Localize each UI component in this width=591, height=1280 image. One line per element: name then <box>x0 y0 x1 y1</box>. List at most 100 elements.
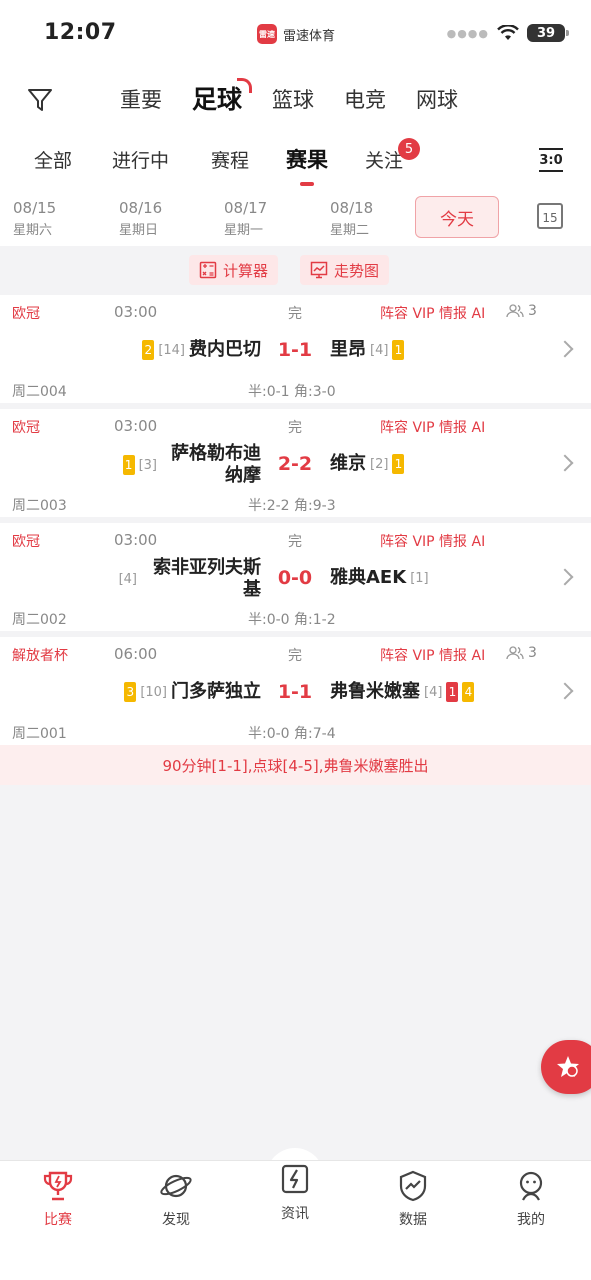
yellow-card-count: 1 <box>122 455 135 475</box>
status-tabs: 全部 进行中 赛程 赛果 关注 5 3:0 <box>0 136 591 190</box>
nav-matches[interactable]: 比赛 <box>18 1169 98 1229</box>
wifi-icon <box>497 25 519 40</box>
team-rank: [4] <box>424 684 443 700</box>
team-rank: [14] <box>158 342 185 358</box>
match-row[interactable]: 欧冠 03:00 完 阵容 VIP 情报 AI 3 2 [14] 费内巴切 1-… <box>0 295 591 403</box>
fans-count: 3 <box>506 303 537 319</box>
weekday-label: 星期二 <box>330 223 370 238</box>
fans-count-value: 3 <box>528 645 537 661</box>
yellow-card-count: 3 <box>124 682 137 702</box>
date-item[interactable]: 08/15 星期六 <box>13 199 93 238</box>
match-status: 完 <box>288 648 302 664</box>
nav-news[interactable]: 资讯 <box>255 1164 335 1223</box>
app-logo-icon: 雷速 <box>257 24 277 44</box>
team-name: 萨格勒布迪 纳摩 <box>161 443 261 487</box>
date-selector: 08/15 星期六 08/16 星期日 08/17 星期一 08/18 星期二 今天 1… <box>0 190 591 246</box>
status-time: 12:07 <box>44 20 117 45</box>
match-row[interactable]: 欧冠 03:00 完 阵容 VIP 情报 AI [4] 索非亚列夫斯基 0-0 … <box>0 523 591 631</box>
nav-profile[interactable]: 我的 <box>491 1169 571 1229</box>
date-label: 08/16 <box>119 199 163 217</box>
app-indicator: 雷速 雷速体育 <box>257 24 335 44</box>
red-card-count: 1 <box>446 682 459 702</box>
chevron-right-icon <box>556 340 574 358</box>
yellow-card-count: 1 <box>392 454 405 474</box>
home-team: [4] 索非亚列夫斯基 <box>119 557 261 601</box>
nav-discover[interactable]: 发现 <box>136 1169 216 1229</box>
match-row[interactable]: 解放者杯 06:00 完 阵容 VIP 情报 AI 3 3 [10] 门多萨独立… <box>0 637 591 745</box>
date-item[interactable]: 08/16 星期日 <box>119 199 199 238</box>
nav-label: 数据 <box>399 1212 427 1228</box>
trend-chart-label: 走势图 <box>334 261 380 280</box>
tab-tennis[interactable]: 网球 <box>416 84 458 116</box>
favorite-float-button[interactable] <box>541 1040 591 1094</box>
tab-schedule[interactable]: 赛程 <box>211 146 249 173</box>
date-item[interactable]: 08/18 星期二 <box>330 199 410 238</box>
half-corner-stats: 半:2-2 角:9-3 <box>248 498 336 514</box>
league-label: 解放者杯 <box>12 648 68 664</box>
trend-chart-button[interactable]: 走势图 <box>300 255 390 285</box>
home-team: 1 [3] 萨格勒布迪 纳摩 <box>122 443 261 487</box>
match-row[interactable]: 欧冠 03:00 完 阵容 VIP 情报 AI 1 [3] 萨格勒布迪 纳摩 2-… <box>0 409 591 517</box>
team-name-line: 基 <box>243 579 261 600</box>
planet-icon <box>160 1174 192 1198</box>
match-time: 03:00 <box>114 417 158 435</box>
team-rank: [4] <box>370 342 389 358</box>
team-name: 里昂 <box>330 339 366 360</box>
sport-tabs: 重要 足球 篮球 电竞 网球 <box>120 78 458 116</box>
users-icon <box>506 304 524 318</box>
weekday-label: 星期一 <box>224 223 264 238</box>
chart-shield-icon <box>399 1170 427 1202</box>
home-team: 3 [10] 门多萨独立 <box>124 681 261 703</box>
match-code: 周二002 <box>12 612 67 628</box>
yellow-card-count: 4 <box>462 682 475 702</box>
calculator-label: 计算器 <box>223 261 269 280</box>
home-team: 2 [14] 费内巴切 <box>142 339 261 361</box>
match-status: 完 <box>288 534 302 550</box>
weekday-label: 星期日 <box>119 223 159 238</box>
today-button[interactable]: 今天 <box>415 196 499 238</box>
calculator-button[interactable]: 计算器 <box>189 255 279 285</box>
away-team: 维京 [2] 1 <box>330 453 405 475</box>
half-corner-stats: 半:0-0 角:1-2 <box>248 612 336 628</box>
chevron-right-icon <box>556 682 574 700</box>
sport-nav: 重要 足球 篮球 电竞 网球 <box>0 66 591 136</box>
tab-live[interactable]: 进行中 <box>112 146 169 173</box>
date-item[interactable]: 08/17 星期一 <box>224 199 304 238</box>
match-code: 周二003 <box>12 498 67 514</box>
calendar-icon[interactable]: 15 <box>537 203 563 229</box>
team-name: 费内巴切 <box>189 339 261 360</box>
tab-football[interactable]: 足球 <box>192 78 253 116</box>
score-view-toggle[interactable]: 3:0 <box>539 148 563 172</box>
team-rank: [3] <box>138 457 157 473</box>
match-status: 完 <box>288 306 302 322</box>
match-links[interactable]: 阵容 VIP 情报 AI <box>380 417 485 437</box>
match-links[interactable]: 阵容 VIP 情报 AI <box>380 645 485 665</box>
tab-results[interactable]: 赛果 <box>286 144 328 186</box>
team-rank: [1] <box>410 570 429 586</box>
date-label: 08/15 <box>13 199 57 217</box>
away-team: 里昂 [4] 1 <box>330 339 405 361</box>
filter-icon[interactable] <box>26 86 54 114</box>
star-ball-icon <box>557 1056 579 1077</box>
nav-label: 资讯 <box>281 1206 309 1222</box>
league-label: 欧冠 <box>12 534 40 550</box>
team-name-line: 纳摩 <box>225 465 261 486</box>
away-team: 弗鲁米嫩塞 [4] 1 4 <box>330 681 475 703</box>
tab-all[interactable]: 全部 <box>34 146 72 173</box>
tab-basketball[interactable]: 篮球 <box>272 84 314 116</box>
match-links[interactable]: 阵容 VIP 情报 AI <box>380 531 485 551</box>
match-links[interactable]: 阵容 VIP 情报 AI <box>380 303 485 323</box>
match-score: 1-1 <box>277 339 313 361</box>
match-code: 周二001 <box>12 726 67 742</box>
half-corner-stats: 半:0-1 角:3-0 <box>248 384 336 400</box>
trophy-icon <box>43 1171 73 1201</box>
tab-important[interactable]: 重要 <box>120 84 162 116</box>
fans-count-value: 3 <box>528 303 537 319</box>
team-name: 索非亚列夫斯基 <box>141 557 261 601</box>
tab-esports[interactable]: 电竞 <box>344 84 386 116</box>
nav-data[interactable]: 数据 <box>373 1169 453 1229</box>
league-label: 欧冠 <box>12 306 40 322</box>
battery-icon: 39 <box>527 24 569 42</box>
team-rank: [4] <box>118 571 137 587</box>
users-icon <box>506 646 524 660</box>
